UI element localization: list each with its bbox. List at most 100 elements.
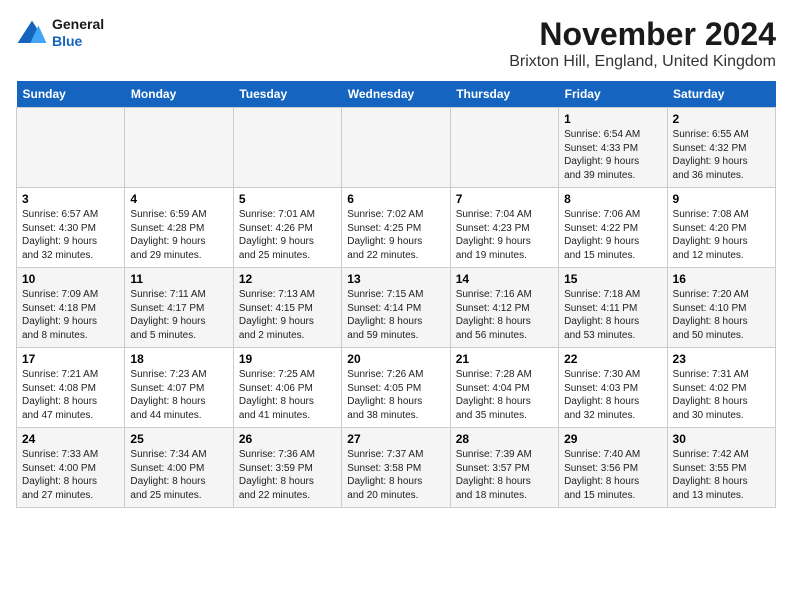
day-info: Sunrise: 7:18 AM Sunset: 4:11 PM Dayligh… (564, 288, 661, 342)
day-info: Sunrise: 7:01 AM Sunset: 4:26 PM Dayligh… (239, 208, 336, 262)
calendar-cell: 9Sunrise: 7:08 AM Sunset: 4:20 PM Daylig… (667, 188, 775, 268)
day-info: Sunrise: 7:23 AM Sunset: 4:07 PM Dayligh… (130, 368, 227, 422)
day-info: Sunrise: 7:06 AM Sunset: 4:22 PM Dayligh… (564, 208, 661, 262)
calendar-cell: 12 Sunrise: 7:13 AM Sunset: 4:15 PM Dayli… (233, 268, 341, 348)
calendar-body: 1Sunrise: 6:54 AM Sunset: 4:33 PM Daylig… (17, 108, 776, 508)
calendar-cell: 22 Sunrise: 7:30 AM Sunset: 4:03 PM Dayli… (559, 348, 667, 428)
day-number: 21 (456, 352, 553, 366)
day-info: Sunrise: 7:36 AM Sunset: 3:59 PM Dayligh… (239, 448, 336, 502)
calendar-cell: 14 Sunrise: 7:16 AM Sunset: 4:12 PM Dayli… (450, 268, 558, 348)
day-number: 16 (673, 272, 770, 286)
calendar-cell: 20 Sunrise: 7:26 AM Sunset: 4:05 PM Dayli… (342, 348, 450, 428)
calendar-table: SundayMondayTuesdayWednesdayThursdayFrid… (16, 81, 776, 508)
calendar-cell: 5 Sunrise: 7:01 AM Sunset: 4:26 PM Daylig… (233, 188, 341, 268)
day-info: Sunrise: 7:31 AM Sunset: 4:02 PM Dayligh… (673, 368, 770, 422)
title-area: November 2024 Brixton Hill, England, Uni… (509, 16, 776, 71)
calendar-cell: 11 Sunrise: 7:11 AM Sunset: 4:17 PM Dayli… (125, 268, 233, 348)
day-info: Sunrise: 6:55 AM Sunset: 4:32 PM Dayligh… (673, 128, 770, 182)
day-number: 26 (239, 432, 336, 446)
column-header-thursday: Thursday (450, 81, 558, 108)
calendar-cell (342, 108, 450, 188)
calendar-cell: 23 Sunrise: 7:31 AM Sunset: 4:02 PM Dayli… (667, 348, 775, 428)
day-info: Sunrise: 7:04 AM Sunset: 4:23 PM Dayligh… (456, 208, 553, 262)
day-number: 12 (239, 272, 336, 286)
day-info: Sunrise: 7:34 AM Sunset: 4:00 PM Dayligh… (130, 448, 227, 502)
day-number: 4 (130, 192, 227, 206)
day-info: Sunrise: 7:02 AM Sunset: 4:25 PM Dayligh… (347, 208, 444, 262)
logo-text: General Blue (52, 16, 104, 50)
logo-icon (16, 19, 48, 47)
column-header-sunday: Sunday (17, 81, 125, 108)
day-number: 3 (22, 192, 119, 206)
day-number: 29 (564, 432, 661, 446)
day-number: 17 (22, 352, 119, 366)
day-number: 10 (22, 272, 119, 286)
day-info: Sunrise: 6:57 AM Sunset: 4:30 PM Dayligh… (22, 208, 119, 262)
calendar-cell: 3 Sunrise: 6:57 AM Sunset: 4:30 PM Daylig… (17, 188, 125, 268)
day-number: 22 (564, 352, 661, 366)
day-number: 1 (564, 112, 661, 126)
day-number: 2 (673, 112, 770, 126)
calendar-week-1: 1Sunrise: 6:54 AM Sunset: 4:33 PM Daylig… (17, 108, 776, 188)
day-number: 5 (239, 192, 336, 206)
calendar-week-5: 24Sunrise: 7:33 AM Sunset: 4:00 PM Dayli… (17, 428, 776, 508)
calendar-week-4: 17Sunrise: 7:21 AM Sunset: 4:08 PM Dayli… (17, 348, 776, 428)
day-info: Sunrise: 7:28 AM Sunset: 4:04 PM Dayligh… (456, 368, 553, 422)
day-info: Sunrise: 7:11 AM Sunset: 4:17 PM Dayligh… (130, 288, 227, 342)
day-number: 7 (456, 192, 553, 206)
calendar-cell: 16Sunrise: 7:20 AM Sunset: 4:10 PM Dayli… (667, 268, 775, 348)
calendar-cell: 25 Sunrise: 7:34 AM Sunset: 4:00 PM Dayli… (125, 428, 233, 508)
calendar-cell: 19 Sunrise: 7:25 AM Sunset: 4:06 PM Dayli… (233, 348, 341, 428)
day-info: Sunrise: 7:15 AM Sunset: 4:14 PM Dayligh… (347, 288, 444, 342)
column-header-saturday: Saturday (667, 81, 775, 108)
calendar-cell: 10 Sunrise: 7:09 AM Sunset: 4:18 PM Dayli… (17, 268, 125, 348)
calendar-cell: 29Sunrise: 7:40 AM Sunset: 3:56 PM Dayli… (559, 428, 667, 508)
page-subtitle: Brixton Hill, England, United Kingdom (509, 53, 776, 71)
day-info: Sunrise: 6:59 AM Sunset: 4:28 PM Dayligh… (130, 208, 227, 262)
calendar-cell: 1Sunrise: 6:54 AM Sunset: 4:33 PM Daylig… (559, 108, 667, 188)
calendar-cell: 18 Sunrise: 7:23 AM Sunset: 4:07 PM Dayli… (125, 348, 233, 428)
calendar-cell: 13Sunrise: 7:15 AM Sunset: 4:14 PM Dayli… (342, 268, 450, 348)
day-number: 25 (130, 432, 227, 446)
calendar-cell: 27 Sunrise: 7:37 AM Sunset: 3:58 PM Dayli… (342, 428, 450, 508)
day-info: Sunrise: 7:25 AM Sunset: 4:06 PM Dayligh… (239, 368, 336, 422)
day-number: 27 (347, 432, 444, 446)
day-number: 19 (239, 352, 336, 366)
day-info: Sunrise: 7:30 AM Sunset: 4:03 PM Dayligh… (564, 368, 661, 422)
day-info: Sunrise: 7:26 AM Sunset: 4:05 PM Dayligh… (347, 368, 444, 422)
day-number: 30 (673, 432, 770, 446)
calendar-cell: 4 Sunrise: 6:59 AM Sunset: 4:28 PM Daylig… (125, 188, 233, 268)
calendar-week-2: 3 Sunrise: 6:57 AM Sunset: 4:30 PM Daylig… (17, 188, 776, 268)
calendar-cell: 26 Sunrise: 7:36 AM Sunset: 3:59 PM Dayli… (233, 428, 341, 508)
calendar-cell (233, 108, 341, 188)
calendar-cell (450, 108, 558, 188)
day-info: Sunrise: 7:13 AM Sunset: 4:15 PM Dayligh… (239, 288, 336, 342)
day-number: 20 (347, 352, 444, 366)
day-number: 15 (564, 272, 661, 286)
day-info: Sunrise: 7:42 AM Sunset: 3:55 PM Dayligh… (673, 448, 770, 502)
calendar-cell (125, 108, 233, 188)
day-number: 28 (456, 432, 553, 446)
calendar-cell: 28 Sunrise: 7:39 AM Sunset: 3:57 PM Dayli… (450, 428, 558, 508)
day-info: Sunrise: 7:16 AM Sunset: 4:12 PM Dayligh… (456, 288, 553, 342)
day-info: Sunrise: 7:39 AM Sunset: 3:57 PM Dayligh… (456, 448, 553, 502)
day-number: 11 (130, 272, 227, 286)
page-title: November 2024 (509, 16, 776, 53)
day-number: 23 (673, 352, 770, 366)
day-info: Sunrise: 7:33 AM Sunset: 4:00 PM Dayligh… (22, 448, 119, 502)
column-header-wednesday: Wednesday (342, 81, 450, 108)
day-number: 14 (456, 272, 553, 286)
day-number: 6 (347, 192, 444, 206)
column-header-tuesday: Tuesday (233, 81, 341, 108)
calendar-week-3: 10 Sunrise: 7:09 AM Sunset: 4:18 PM Dayli… (17, 268, 776, 348)
day-info: Sunrise: 7:37 AM Sunset: 3:58 PM Dayligh… (347, 448, 444, 502)
calendar-cell: 15 Sunrise: 7:18 AM Sunset: 4:11 PM Dayli… (559, 268, 667, 348)
calendar-cell (17, 108, 125, 188)
column-header-friday: Friday (559, 81, 667, 108)
day-number: 8 (564, 192, 661, 206)
day-info: Sunrise: 7:08 AM Sunset: 4:20 PM Dayligh… (673, 208, 770, 262)
calendar-cell: 6 Sunrise: 7:02 AM Sunset: 4:25 PM Daylig… (342, 188, 450, 268)
day-number: 18 (130, 352, 227, 366)
day-info: Sunrise: 7:09 AM Sunset: 4:18 PM Dayligh… (22, 288, 119, 342)
calendar-header-row: SundayMondayTuesdayWednesdayThursdayFrid… (17, 81, 776, 108)
